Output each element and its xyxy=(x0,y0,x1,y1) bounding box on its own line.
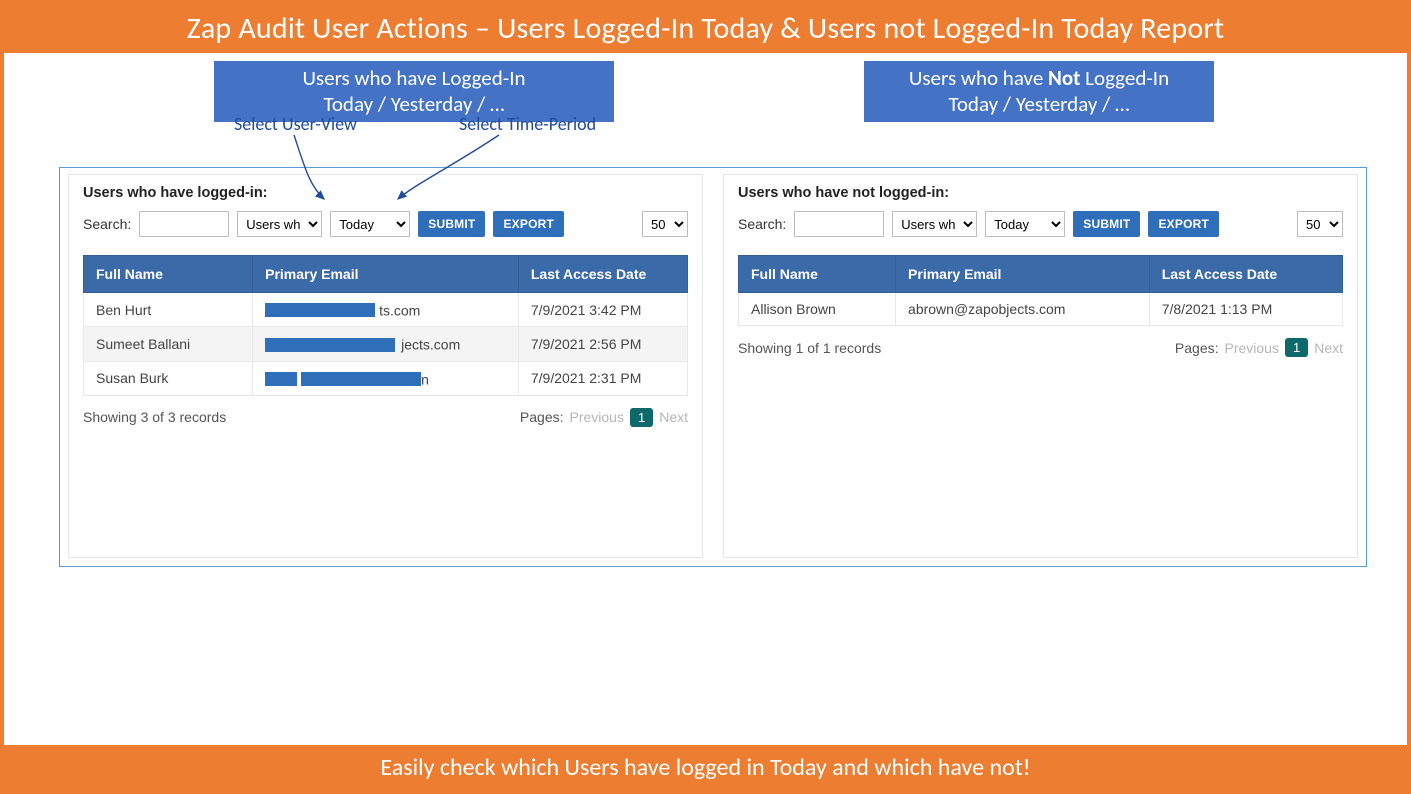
table-row[interactable]: Allison Brown abrown@zapobjects.com 7/8/… xyxy=(739,293,1343,326)
pager: Pages: Previous 1 Next xyxy=(1175,338,1343,357)
annotation-layer: Select User-View Select Time-Period xyxy=(4,113,1407,163)
export-button[interactable]: EXPORT xyxy=(1148,211,1219,237)
current-page[interactable]: 1 xyxy=(630,408,653,427)
controls-row-right: Search: Users wh Today SUBMIT EXPORT 50 xyxy=(738,211,1343,237)
search-input[interactable] xyxy=(794,211,884,237)
annotation-time-period: Select Time-Period xyxy=(459,113,596,135)
cell-name: Sumeet Ballani xyxy=(84,327,253,361)
annotation-user-view: Select User-View xyxy=(234,113,357,135)
current-page[interactable]: 1 xyxy=(1285,338,1308,357)
col-last-access[interactable]: Last Access Date xyxy=(1149,256,1342,293)
cell-name: Ben Hurt xyxy=(84,293,253,327)
table-row[interactable]: Ben Hurt ts.com 7/9/2021 3:42 PM xyxy=(84,293,688,327)
table-row[interactable]: Sumeet Ballani jects.com 7/9/2021 2:56 P… xyxy=(84,327,688,361)
banner-right-suffix: Logged-In xyxy=(1080,65,1169,91)
cell-email: abrown@zapobjects.com xyxy=(896,293,1150,326)
panel-logged-in-title: Users who have logged-in: xyxy=(83,185,688,201)
table-row[interactable]: Susan Burk n 7/9/2021 2:31 PM xyxy=(84,361,688,395)
panels-container: Users who have logged-in: Search: Users … xyxy=(59,167,1367,567)
annotation-arrow-user-view xyxy=(279,135,339,203)
panel-not-logged-in: Users who have not logged-in: Search: Us… xyxy=(723,174,1358,558)
redacted-block xyxy=(265,303,375,317)
search-label: Search: xyxy=(83,216,131,232)
cell-access: 7/9/2021 3:42 PM xyxy=(518,293,687,327)
page-title: Zap Audit User Actions – Users Logged-In… xyxy=(4,4,1407,53)
cell-name: Allison Brown xyxy=(739,293,896,326)
annotation-arrow-time-period xyxy=(394,135,504,203)
next-page[interactable]: Next xyxy=(1314,340,1343,356)
pager: Pages: Previous 1 Next xyxy=(520,408,688,427)
user-view-select[interactable]: Users wh xyxy=(237,211,322,237)
cell-email: jects.com xyxy=(253,327,519,361)
table-footer-right: Showing 1 of 1 records Pages: Previous 1… xyxy=(738,338,1343,357)
redacted-block xyxy=(301,372,421,386)
previous-page[interactable]: Previous xyxy=(570,409,624,425)
summary-bar: Easily check which Users have logged in … xyxy=(4,745,1407,790)
banner-right-prefix: Users who have xyxy=(909,65,1048,91)
redacted-block xyxy=(265,338,395,352)
search-label: Search: xyxy=(738,216,786,232)
showing-text: Showing 1 of 1 records xyxy=(738,340,881,356)
email-tail: ts.com xyxy=(379,302,420,318)
search-input[interactable] xyxy=(139,211,229,237)
sub-label-row: Users who have Logged-In Today / Yesterd… xyxy=(4,53,1407,113)
time-period-select[interactable]: Today xyxy=(330,211,410,237)
panel-logged-in: Users who have logged-in: Search: Users … xyxy=(68,174,703,558)
banner-left-line1: Users who have Logged-In xyxy=(302,65,525,91)
cell-email: n xyxy=(253,361,519,395)
cell-name: Susan Burk xyxy=(84,361,253,395)
time-period-select[interactable]: Today xyxy=(985,211,1065,237)
cell-email: ts.com xyxy=(253,293,519,327)
col-full-name[interactable]: Full Name xyxy=(739,256,896,293)
logged-in-table: Full Name Primary Email Last Access Date… xyxy=(83,255,688,396)
col-full-name[interactable]: Full Name xyxy=(84,256,253,293)
controls-row-left: Search: Users wh Today SUBMIT EXPORT 50 xyxy=(83,211,688,237)
next-page[interactable]: Next xyxy=(659,409,688,425)
redacted-block xyxy=(265,372,297,386)
app-frame: Zap Audit User Actions – Users Logged-In… xyxy=(0,0,1411,794)
panel-not-logged-in-title: Users who have not logged-in: xyxy=(738,185,1343,201)
pages-label: Pages: xyxy=(1175,340,1219,356)
previous-page[interactable]: Previous xyxy=(1225,340,1279,356)
not-logged-in-table: Full Name Primary Email Last Access Date… xyxy=(738,255,1343,326)
col-primary-email[interactable]: Primary Email xyxy=(896,256,1150,293)
cell-access: 7/8/2021 1:13 PM xyxy=(1149,293,1342,326)
table-footer-left: Showing 3 of 3 records Pages: Previous 1… xyxy=(83,408,688,427)
page-size-select[interactable]: 50 xyxy=(1297,211,1343,237)
user-view-select[interactable]: Users wh xyxy=(892,211,977,237)
col-primary-email[interactable]: Primary Email xyxy=(253,256,519,293)
export-button[interactable]: EXPORT xyxy=(493,211,564,237)
submit-button[interactable]: SUBMIT xyxy=(1073,211,1140,237)
pages-label: Pages: xyxy=(520,409,564,425)
submit-button[interactable]: SUBMIT xyxy=(418,211,485,237)
email-tail: jects.com xyxy=(401,337,460,353)
email-tail: n xyxy=(421,371,429,387)
banner-right-bold: Not xyxy=(1048,65,1080,91)
cell-access: 7/9/2021 2:56 PM xyxy=(518,327,687,361)
page-size-select[interactable]: 50 xyxy=(642,211,688,237)
showing-text: Showing 3 of 3 records xyxy=(83,409,226,425)
cell-access: 7/9/2021 2:31 PM xyxy=(518,361,687,395)
col-last-access[interactable]: Last Access Date xyxy=(518,256,687,293)
